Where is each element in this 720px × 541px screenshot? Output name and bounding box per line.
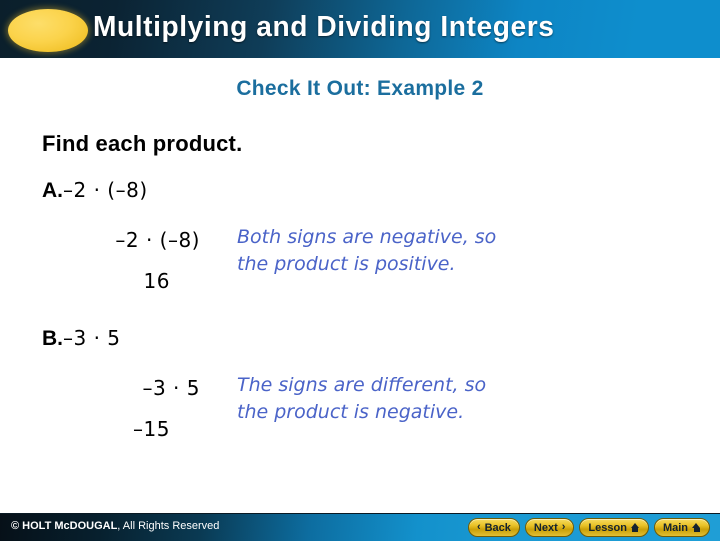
problem-b-note-line-1: The signs are different, so — [237, 374, 487, 396]
navigation-buttons: ‹ Back Next › Lesson Main — [467, 518, 710, 537]
home-icon — [630, 523, 640, 532]
back-button-label: Back — [484, 521, 511, 534]
chevron-right-icon: › — [561, 521, 566, 533]
home-icon — [692, 523, 701, 532]
problem-b-note-line-2: the product is negative. — [237, 401, 465, 423]
problem-b-heading: B.–3 · 5 — [42, 326, 121, 351]
back-button[interactable]: ‹ Back — [467, 518, 520, 537]
header-oval-decoration — [8, 9, 88, 52]
problem-a-work-line-1: –2 · (–8) — [115, 228, 200, 252]
problem-b-letter: B. — [42, 327, 63, 350]
problem-b-expression: –3 · 5 — [63, 326, 121, 350]
page-title: Multiplying and Dividing Integers — [93, 11, 555, 43]
slide-body: Check It Out: Example 2 Find each produc… — [0, 58, 720, 513]
problem-a-letter: A. — [42, 179, 63, 202]
problem-b-answer: –15 — [133, 417, 170, 441]
problem-a-note-line-2: the product is positive. — [237, 253, 456, 275]
copyright-holder: © HOLT McDOUGAL — [11, 520, 118, 532]
main-button-label: Main — [662, 521, 688, 534]
chevron-left-icon: ‹ — [476, 521, 481, 533]
next-button[interactable]: Next › — [524, 518, 575, 537]
problem-a-expression: –2 · (–8) — [63, 178, 148, 202]
problem-a-answer: 16 — [143, 269, 170, 293]
problem-a-note: Both signs are negative, so the product … — [237, 224, 587, 278]
lesson-button-label: Lesson — [588, 521, 627, 534]
main-button[interactable]: Main — [653, 518, 710, 537]
next-button-label: Next — [533, 521, 558, 534]
problem-b-work-line-1: –3 · 5 — [142, 376, 200, 400]
lesson-button[interactable]: Lesson — [579, 518, 649, 537]
slide-subtitle: Check It Out: Example 2 — [236, 77, 484, 100]
problem-b-note: The signs are different, so the product … — [237, 372, 587, 426]
problem-a-note-line-1: Both signs are negative, so — [237, 226, 497, 248]
copyright-rights: , All Rights Reserved — [117, 520, 220, 532]
instruction-text: Find each product. — [42, 131, 243, 156]
slide-footer: © HOLT McDOUGAL, All Rights Reserved ‹ B… — [0, 513, 720, 541]
slide-header: Multiplying and Dividing Integers — [0, 0, 720, 58]
problem-a-heading: A.–2 · (–8) — [42, 178, 148, 203]
copyright-text: © HOLT McDOUGAL, All Rights Reserved — [11, 520, 219, 532]
